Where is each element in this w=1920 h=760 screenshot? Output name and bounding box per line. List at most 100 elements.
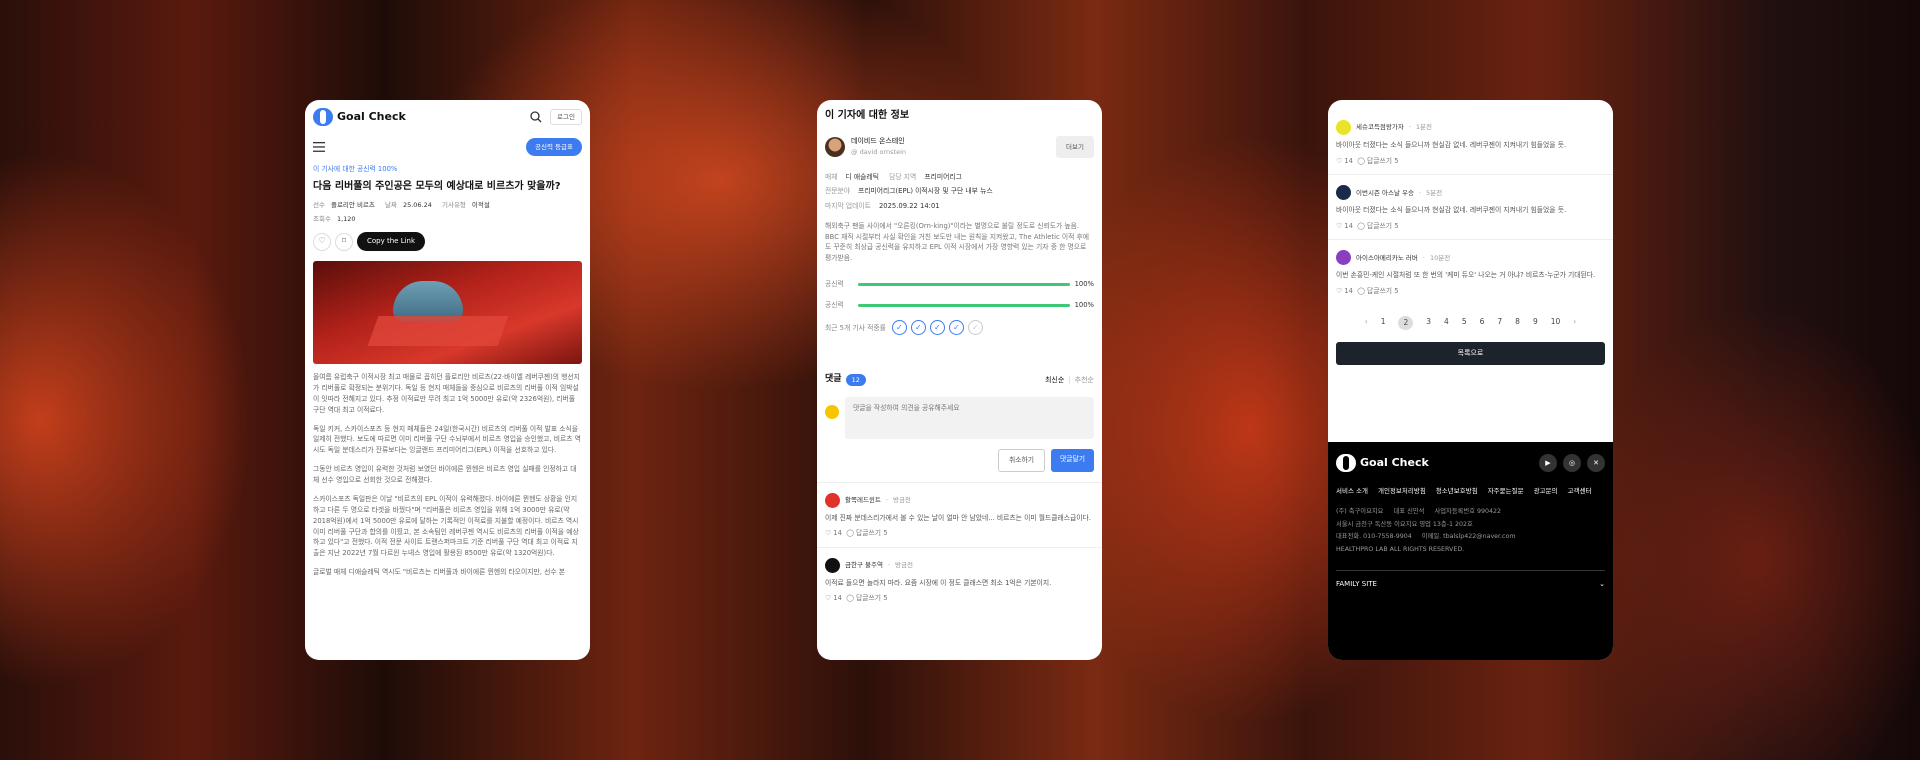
reporter-field: 전문분야 프리미어리그(EPL) 이적시장 및 구단 내부 뉴스 (825, 187, 993, 196)
user-avatar-icon (825, 405, 839, 420)
search-icon[interactable] (530, 111, 542, 123)
page-link[interactable]: 5 (1462, 316, 1467, 330)
article-paragraph: 독일 키커, 스카이스포츠 등 현지 매체들은 24일(한국시간) 비르츠의 리… (313, 424, 581, 455)
reporter-name: 데이비드 온스테인 (851, 137, 905, 146)
footer-link[interactable]: 자주묻는질문 (1488, 486, 1524, 496)
page-link[interactable]: 8 (1515, 316, 1520, 330)
article-paragraph: 올여름 유럽축구 이적시장 최고 매물로 꼽히던 플로리안 비르츠(22·바이엘… (313, 373, 580, 414)
next-page-icon[interactable]: › (1573, 316, 1576, 330)
article-paragraph: 그동안 비르츠 영입이 유력한 것처럼 보였던 바이에른 뮌헨은 비르츠 영입 … (313, 465, 577, 484)
reply-icon[interactable]: ◯ (846, 594, 856, 602)
article-photo (313, 261, 582, 364)
logo[interactable]: Goal Check (313, 108, 406, 126)
check-circle-icon: ✓ (910, 320, 926, 336)
page-link[interactable]: 1 (1381, 316, 1386, 330)
reporter-card: 데이비드 온스테인 @ david ornstein 더보기 (817, 132, 1102, 162)
check-circle-icon: ✓ (948, 320, 964, 336)
footer-link[interactable]: 청소년보호방침 (1436, 486, 1478, 496)
article-views: 조회수 1,120 (313, 215, 356, 224)
avatar (1336, 185, 1351, 201)
pagination: ‹ 1 2 3 4 5 6 7 8 9 10 › (1328, 316, 1613, 330)
reporter-media: 매체 디 애슬레틱 담당 지역 프리미어리그 (825, 172, 962, 181)
back-to-list-button[interactable]: 목록으로 (1336, 341, 1605, 365)
sort-recommend[interactable]: 추천순 (1075, 376, 1094, 384)
address-info: 서울시 금천구 독산동 이요지요 영업 13층-1 202호 (1336, 520, 1473, 528)
reporter-update: 마지막 업데이트 2025.09.22 14:01 (825, 201, 940, 210)
comment-item: 활쪽레드윈트 · 방금전 이제 진짜 분데스리가에서 볼 수 있는 날이 얼마 안 … (817, 481, 1102, 547)
credibility-bar: 공신력 100% (825, 280, 1094, 289)
reporter-handle: @ david ornstein (851, 147, 907, 156)
comment-count-badge: 12 (845, 374, 866, 387)
logo-icon (1336, 454, 1356, 472)
prev-page-icon[interactable]: ‹ (1365, 316, 1368, 330)
article-paragraph: 글로벌 매체 디애슬레틱 역시도 "비르츠는 리버풀과 바이에른 뮌헨의 타오이… (313, 568, 566, 577)
page-link[interactable]: 4 (1444, 316, 1449, 330)
login-button[interactable]: 로그인 (550, 108, 582, 126)
reply-icon[interactable]: ◯ (1357, 222, 1367, 230)
footer-link[interactable]: 고객센터 (1568, 486, 1592, 496)
page-link[interactable]: 6 (1480, 316, 1485, 330)
comment-item: 이번시즌 아스날 우승 · 5분전 바이아웃 터졌다는 소식 들으니까 현실감 없네… (1328, 174, 1613, 239)
footer-logo[interactable]: Goal Check (1336, 454, 1429, 472)
header: Goal Check 로그인 (305, 100, 590, 134)
submit-comment-button[interactable]: 댓글달기 (1050, 449, 1094, 472)
footer-link[interactable]: 광고문의 (1534, 486, 1558, 496)
grade-button[interactable]: 공신력 등급표 (526, 137, 582, 157)
avatar (1336, 120, 1351, 135)
section-title: 이 기자에 대한 정보 (825, 110, 910, 121)
credibility-bar: 공신력 100% (825, 300, 1094, 309)
more-button[interactable]: 더보기 (1056, 135, 1094, 158)
heart-icon[interactable]: ♡ (313, 232, 331, 251)
bookmark-icon[interactable]: ⌑ (335, 232, 353, 251)
x-icon[interactable]: ✕ (1587, 454, 1605, 472)
article-headline: 다음 리버풀의 주인공은 모두의 예상대로 비르츠가 맞을까? (313, 180, 561, 192)
check-circle-empty-icon: ✓ (967, 320, 983, 336)
reporter-screen: 이 기자에 대한 정보 데이비드 온스테인 @ david ornstein 더… (817, 100, 1102, 660)
chevron-down-icon: ⌄ (1599, 580, 1605, 589)
page-link-current[interactable]: 2 (1398, 316, 1414, 330)
comments-footer-screen: 세슈코득점왕가자 · 1분전 바이아웃 터졌다는 소식 들으니까 현실감 없네. 레… (1328, 100, 1613, 660)
article-meta: 선수 플로리안 비르츠 날짜 25.06.24 기사유형 이적설 (313, 201, 490, 210)
recent-hits: 최근 5개 기사 적중률 ✓ ✓ ✓ ✓ ✓ (817, 320, 1102, 336)
reply-icon[interactable]: ◯ (1357, 287, 1367, 295)
copy-link-button[interactable]: Copy the Link (357, 232, 426, 251)
footer: Goal Check ▶ ◎ ✕ 서비스 소개 개인정보처리방침 청소년보호방침… (1328, 442, 1613, 660)
avatar (825, 557, 840, 573)
company-info: (주) 축구이요지요 대표 신민석 사업자등록번호 990422 (1336, 508, 1502, 516)
logo-icon (313, 108, 333, 126)
credibility-tag: 이 기사에 대한 공신력 100% (313, 165, 398, 173)
comment-item: 아이스아메리카노 러버 · 10분전 이번 손흥민-케인 시절처럼 또 한 번의 '… (1328, 239, 1613, 304)
reply-button[interactable]: 답글쓰기 5 (856, 594, 888, 602)
page-link[interactable]: 10 (1551, 316, 1561, 330)
reply-button[interactable]: 답글쓰기 5 (1367, 222, 1399, 230)
comments-header: 댓글 12 최신순 | 추천순 (825, 374, 1094, 387)
youtube-icon[interactable]: ▶ (1539, 454, 1557, 472)
reply-button[interactable]: 답글쓰기 5 (856, 529, 888, 537)
sort-latest[interactable]: 최신순 (1045, 376, 1064, 384)
avatar (825, 136, 845, 157)
page-link[interactable]: 9 (1533, 316, 1538, 330)
comment-input[interactable]: 댓글을 작성하여 의견을 공유해주세요 (845, 397, 1094, 440)
menu-icon[interactable] (313, 142, 325, 152)
article-screen: Goal Check 로그인 공신력 등급표 이 기사에 대한 공신력 100%… (305, 100, 590, 660)
comment-item: 금한구 불주역 · 방금전 이적료 들으면 놀라지 마라. 요즘 시장에 이 정도 … (817, 546, 1102, 612)
reply-icon[interactable]: ◯ (1357, 157, 1367, 165)
reply-icon[interactable]: ◯ (846, 529, 856, 537)
check-circle-icon: ✓ (929, 320, 945, 336)
reply-button[interactable]: 답글쓰기 5 (1367, 287, 1399, 295)
footer-link[interactable]: 개인정보처리방침 (1378, 486, 1426, 496)
page-link[interactable]: 3 (1426, 316, 1431, 330)
family-site-select[interactable]: FAMILY SITE ⌄ (1336, 570, 1605, 590)
cancel-button[interactable]: 취소하기 (997, 449, 1045, 472)
comment-item: 세슈코득점왕가자 · 1분전 바이아웃 터졌다는 소식 들으니까 현실감 없네. 레… (1328, 100, 1613, 174)
check-circle-icon: ✓ (891, 320, 907, 336)
avatar (825, 492, 840, 508)
footer-link[interactable]: 서비스 소개 (1336, 486, 1368, 496)
reply-button[interactable]: 답글쓰기 5 (1367, 157, 1399, 165)
contact-info: 대표전화. 010-7558-9904 이메일. tbalslp422@nave… (1336, 533, 1516, 541)
reporter-bio: 해외축구 팬들 사이에서 "오른킹(Orn-king)"이라는 별명으로 불릴 … (825, 222, 1090, 262)
copyright: HEALTHPRO LAB ALL RIGHTS RESERVED. (1336, 545, 1465, 553)
avatar (1336, 250, 1351, 266)
instagram-icon[interactable]: ◎ (1563, 454, 1581, 472)
page-link[interactable]: 7 (1497, 316, 1502, 330)
